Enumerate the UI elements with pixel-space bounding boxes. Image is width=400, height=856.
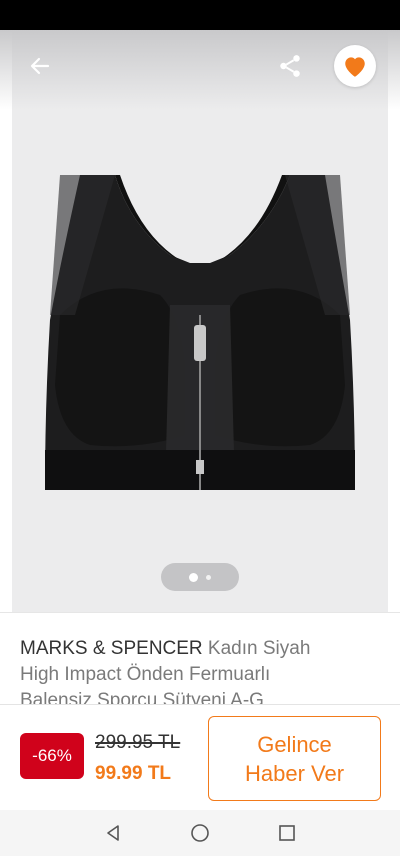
arrow-left-icon bbox=[30, 57, 50, 75]
divider bbox=[0, 612, 400, 613]
circle-home-icon bbox=[191, 824, 209, 842]
nav-back-button[interactable] bbox=[98, 818, 128, 848]
system-nav-bar bbox=[0, 810, 400, 856]
favorite-button[interactable] bbox=[334, 45, 376, 87]
status-bar bbox=[0, 0, 400, 30]
product-brand: MARKS & SPENCER bbox=[20, 638, 203, 659]
notify-when-available-button[interactable]: Gelince Haber Ver bbox=[208, 716, 381, 801]
pager-dot-active bbox=[189, 572, 198, 582]
pager-dot bbox=[206, 574, 211, 580]
gallery-pager[interactable] bbox=[161, 563, 239, 591]
product-title: MARKS & SPENCER Kadın Siyah High Impact … bbox=[20, 636, 382, 706]
triangle-back-icon bbox=[107, 825, 120, 841]
back-button[interactable] bbox=[22, 50, 58, 82]
new-price: 99.99 TL bbox=[95, 763, 172, 784]
product-title-line2: High Impact Önden Fermuarlı bbox=[20, 664, 271, 685]
share-icon bbox=[280, 55, 300, 77]
notify-label-line1: Gelince bbox=[257, 731, 332, 757]
product-title-line1: Kadın Siyah bbox=[202, 638, 311, 659]
heart-icon bbox=[345, 57, 365, 77]
old-price: 299.95 TL bbox=[95, 732, 181, 753]
product-image[interactable] bbox=[20, 165, 380, 505]
notify-label-line2: Haber Ver bbox=[244, 760, 345, 786]
nav-home-button[interactable] bbox=[185, 818, 215, 848]
share-button[interactable] bbox=[272, 48, 308, 84]
square-recent-icon bbox=[278, 825, 295, 841]
nav-recent-button[interactable] bbox=[272, 818, 302, 848]
discount-badge: -66% bbox=[20, 733, 84, 779]
